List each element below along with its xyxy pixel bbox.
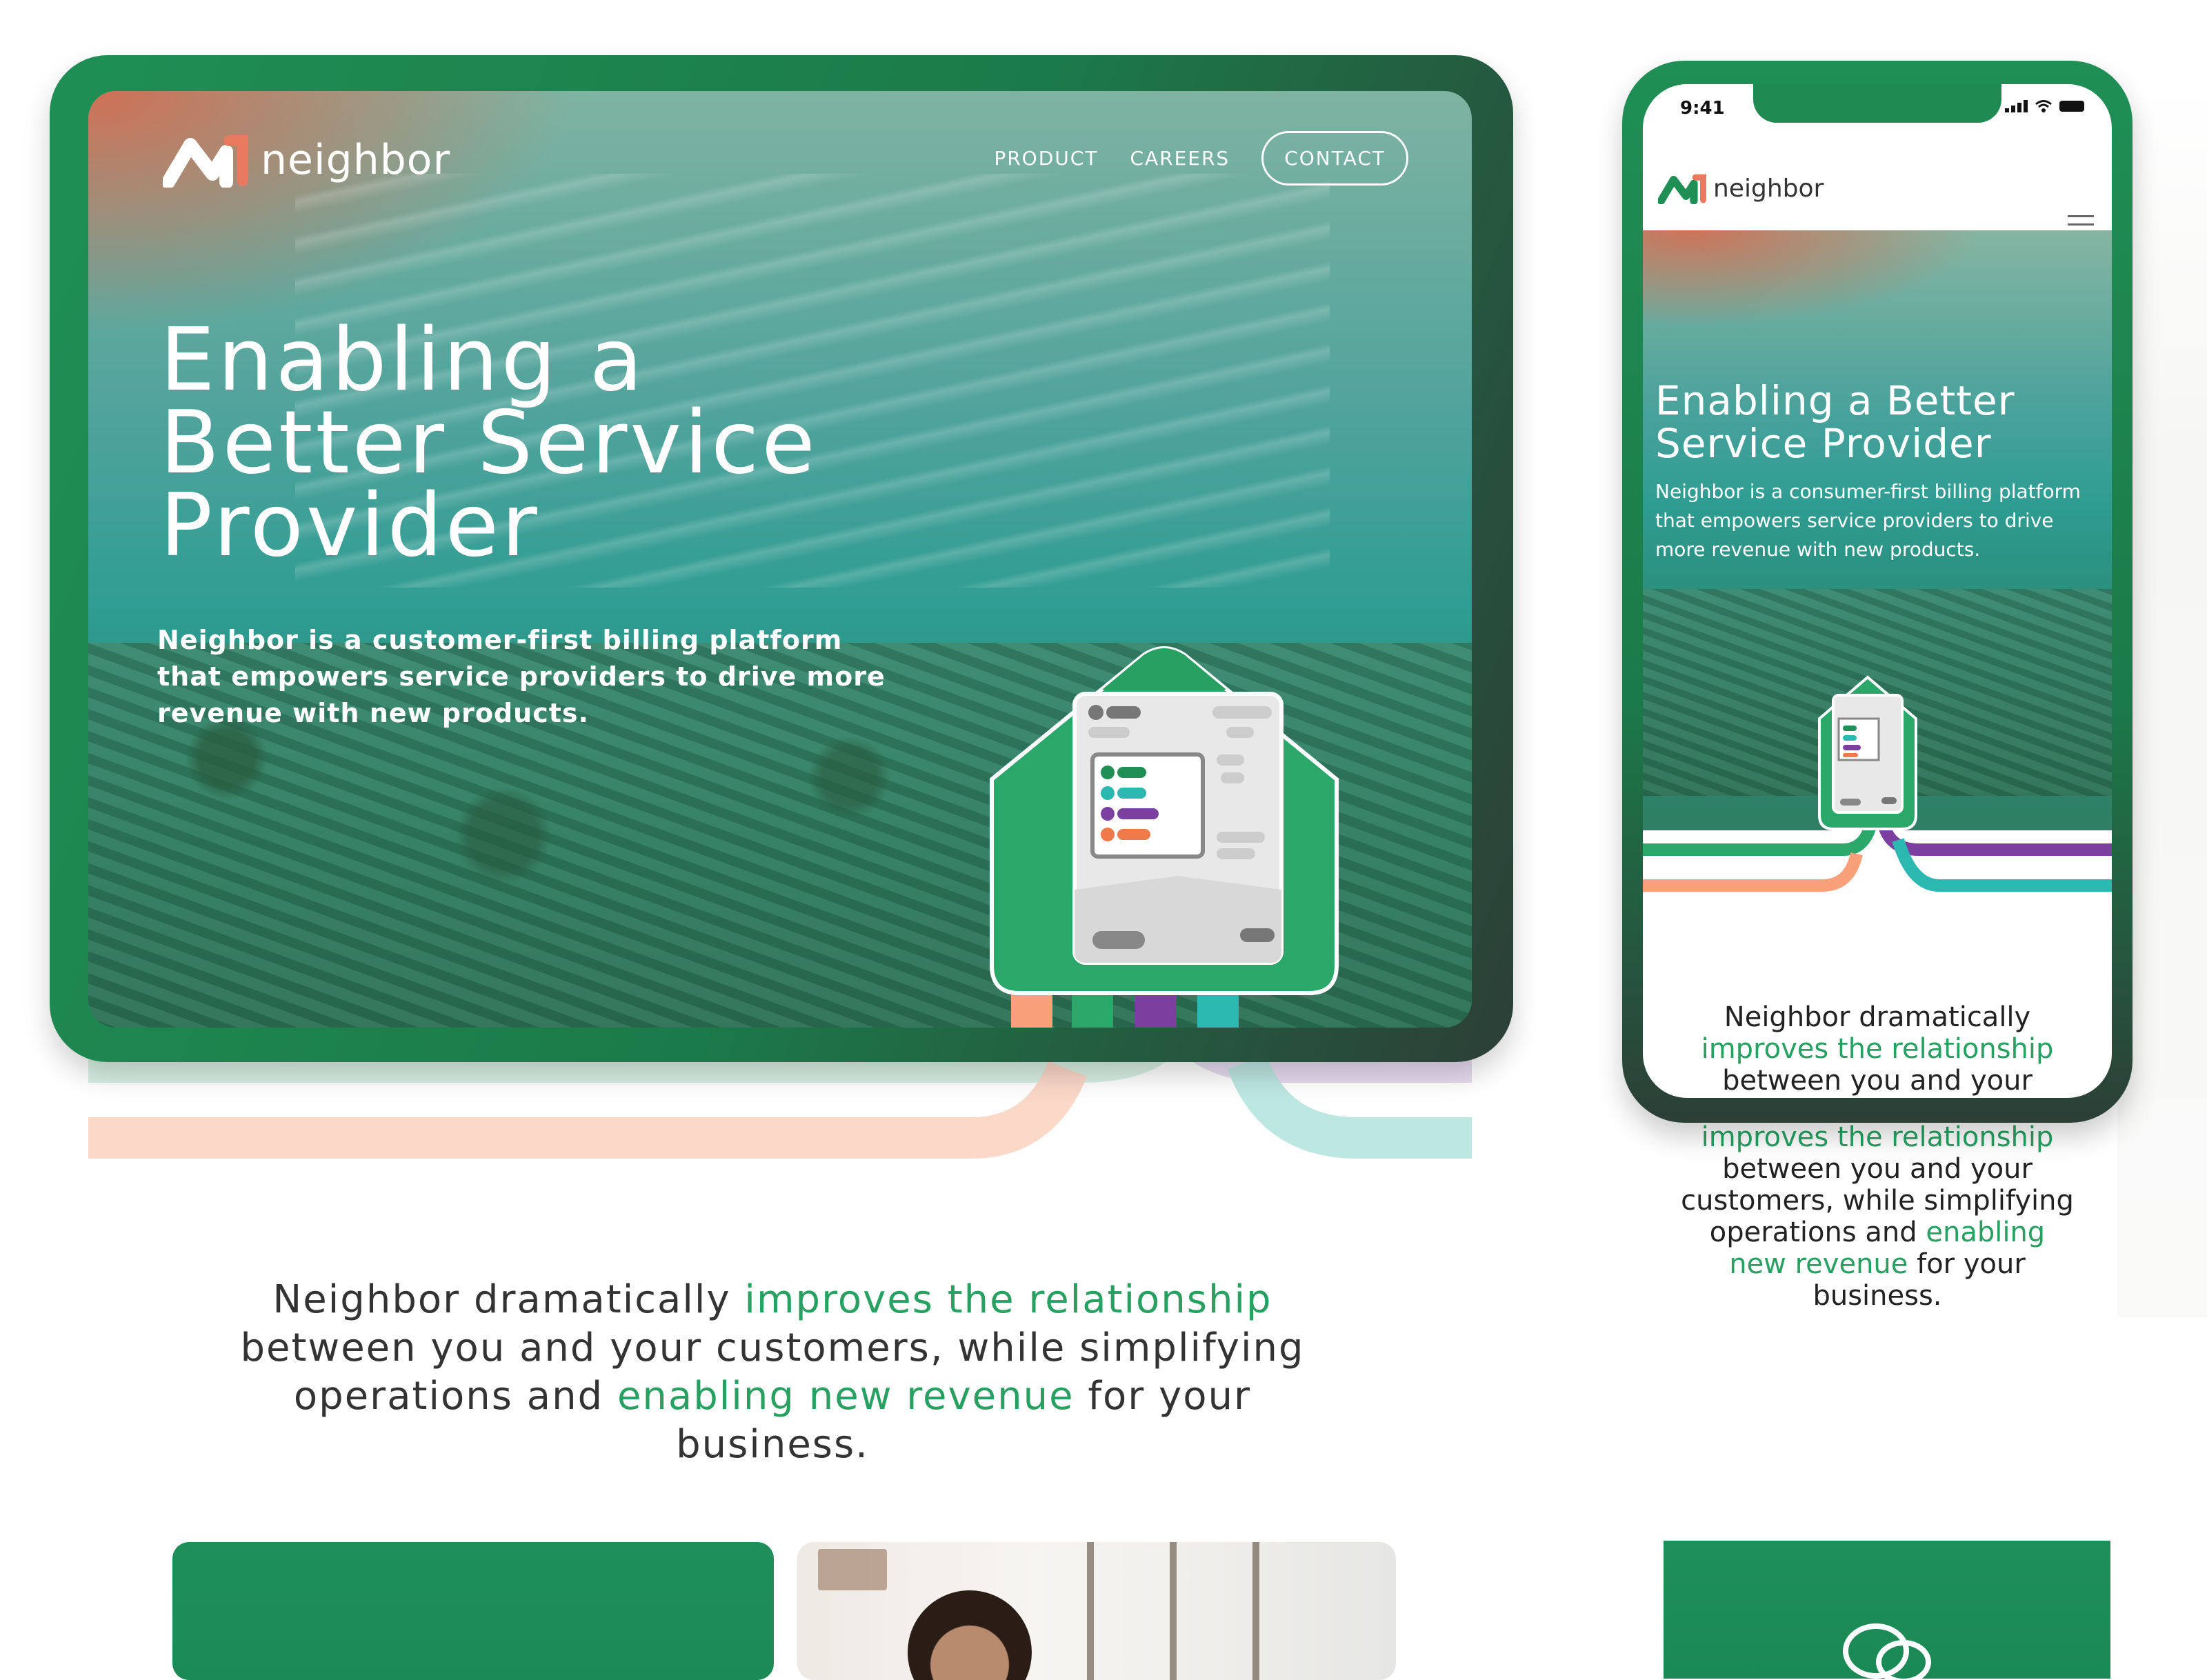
mobile-brand-name: neighbor (1713, 174, 1824, 203)
feature-card-green (172, 1542, 774, 1680)
desktop-screen: neighbor PRODUCT CAREERS CONTACT Enablin… (88, 91, 1472, 1028)
tagline-highlight: improves the relationship (744, 1277, 1272, 1322)
intro-text-part: between you and your customers, while si… (1722, 1065, 2033, 1098)
mobile-brand-logo[interactable]: neighbor (1658, 172, 1824, 204)
hero-title: Enabling a Better Service Provider (160, 309, 818, 576)
tagline-highlight: enabling new revenue (617, 1374, 1075, 1419)
chat-icon (1843, 1623, 1931, 1679)
window-frame (1087, 1542, 1094, 1680)
mobile-billing-device-illustration (1818, 675, 1917, 830)
status-icons (2005, 99, 2084, 113)
logo-mark-icon (1658, 174, 1706, 204)
mobile-screen: 9:41 neighbor Enabling a Better Service … (1643, 84, 2112, 1098)
window-frame (1252, 1542, 1259, 1680)
brand-name: neighbor (261, 136, 451, 184)
contact-button[interactable]: CONTACT (1261, 131, 1408, 186)
wifi-icon (2035, 100, 2052, 112)
nav-link-careers[interactable]: CAREERS (1130, 147, 1230, 170)
feature-card-photo (797, 1542, 1396, 1680)
mobile-feature-card (1664, 1541, 2110, 1679)
mobile-intro-text: Neighbor dramatically improves the relat… (1684, 1001, 2070, 1098)
nav-link-product[interactable]: PRODUCT (994, 147, 1098, 170)
logo-mark-icon (163, 135, 248, 188)
status-time: 9:41 (1680, 98, 1725, 119)
person-photo (908, 1590, 1032, 1680)
mobile-device-frame: 9:41 neighbor Enabling a Better Service … (1622, 61, 2133, 1123)
value-proposition-text: Neighbor dramatically improves the relat… (193, 1276, 1352, 1469)
top-nav: PRODUCT CAREERS CONTACT (994, 131, 1408, 186)
phone-overflow-text: Neighbor dramatically improves the relat… (1677, 1090, 2077, 1312)
window-frame (1170, 1542, 1177, 1680)
overflow-text-highlight: improves the relationship (1701, 1121, 2054, 1153)
battery-icon (2059, 101, 2084, 112)
intro-text-part: Neighbor dramatically (1724, 1001, 2031, 1033)
mobile-hero-subtitle: Neighbor is a consumer-first billing pla… (1655, 480, 2081, 561)
signal-icon (2005, 100, 2028, 112)
tagline-text-part: Neighbor dramatically (272, 1277, 745, 1322)
billing-device-illustration (990, 646, 1339, 1028)
phone-notch (1753, 84, 2001, 123)
mobile-hero-title: Enabling a Better Service Provider (1655, 377, 2015, 467)
hero-subtitle: Neighbor is a customer-first billing pla… (157, 625, 886, 728)
intro-highlight: improves the relationship (1701, 1033, 2054, 1065)
brand-logo[interactable]: neighbor (163, 132, 450, 188)
wall-picture (818, 1549, 887, 1590)
